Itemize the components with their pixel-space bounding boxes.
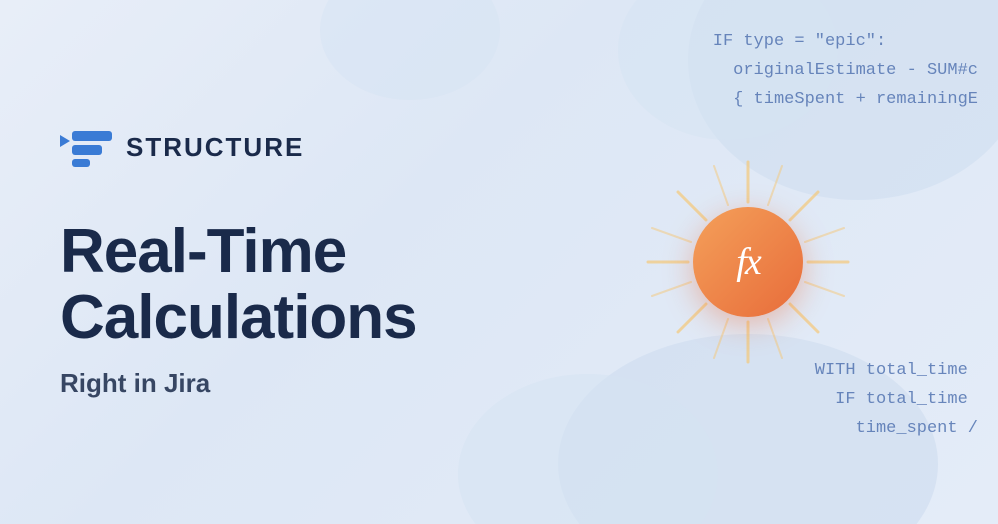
logo-area: STRUCTURE	[60, 125, 480, 169]
fx-label: fx	[736, 240, 759, 284]
subtitle: Right in Jira	[60, 368, 480, 399]
logo-icon	[60, 125, 112, 169]
code-line-2: originalEstimate - SUM#c	[713, 57, 978, 86]
title-line1: Real-Time	[60, 217, 346, 286]
logo-text: STRUCTURE	[126, 132, 304, 163]
code-line-4: WITH total_time	[815, 357, 978, 386]
code-line-3: { timeSpent + remainingE	[713, 86, 978, 115]
code-line-1: IF type = "epic":	[713, 28, 978, 57]
code-block-bottom: WITH total_time IF total_time time_spent…	[815, 357, 978, 444]
page-container: STRUCTURE Real-Time Calculations Right i…	[0, 0, 998, 524]
code-line-5: IF total_time	[815, 386, 978, 415]
left-content: STRUCTURE Real-Time Calculations Right i…	[0, 125, 480, 398]
title-line2: Calculations	[60, 283, 417, 352]
code-block-top: IF type = "epic": originalEstimate - SUM…	[713, 28, 978, 115]
right-content: IF type = "epic": originalEstimate - SUM…	[478, 0, 998, 524]
sun-container: fx	[638, 152, 858, 372]
main-title: Real-Time Calculations	[60, 219, 480, 349]
fx-circle: fx	[693, 207, 803, 317]
code-line-6: time_spent /	[815, 415, 978, 444]
cloud-top-left	[320, 0, 500, 100]
